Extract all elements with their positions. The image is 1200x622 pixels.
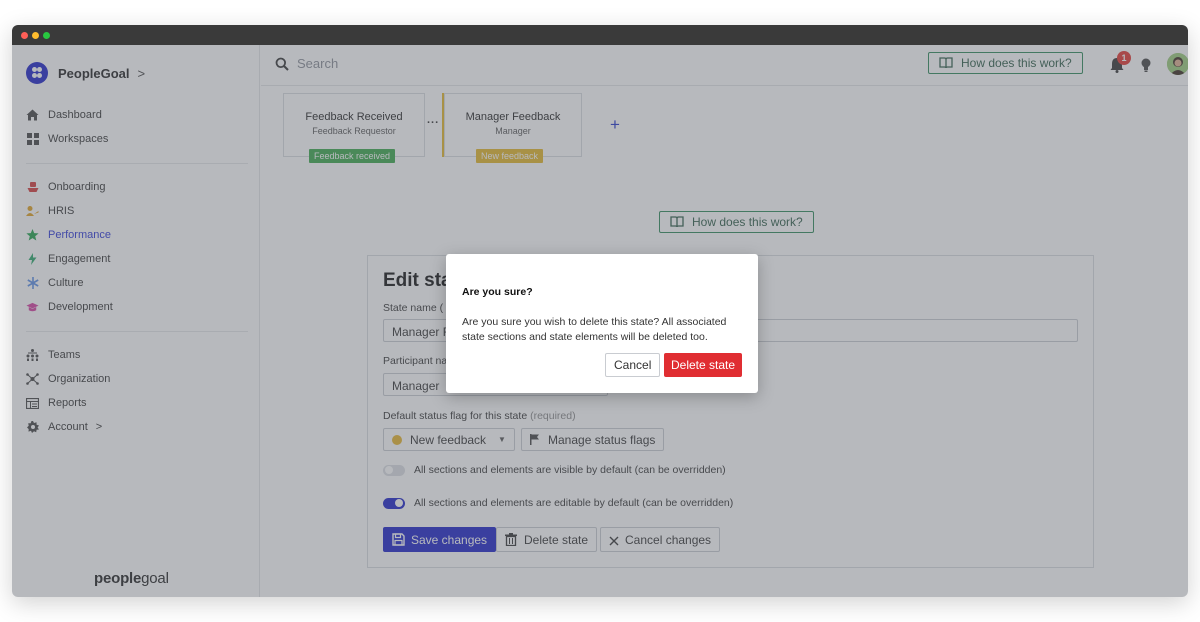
close-window-button[interactable] (21, 32, 28, 39)
maximize-window-button[interactable] (43, 32, 50, 39)
window-titlebar (12, 25, 1188, 45)
dialog-message: Are you sure you wish to delete this sta… (462, 316, 727, 343)
dialog-cancel-button[interactable]: Cancel (605, 353, 661, 377)
confirm-delete-dialog: Are you sure? Are you sure you wish to d… (446, 254, 758, 393)
app-window: PeopleGoal > Dashboard Workspaces Onboar… (12, 25, 1188, 597)
minimize-window-button[interactable] (32, 32, 39, 39)
dialog-delete-state-button[interactable]: Delete state (664, 353, 743, 377)
dialog-title: Are you sure? (462, 286, 533, 298)
